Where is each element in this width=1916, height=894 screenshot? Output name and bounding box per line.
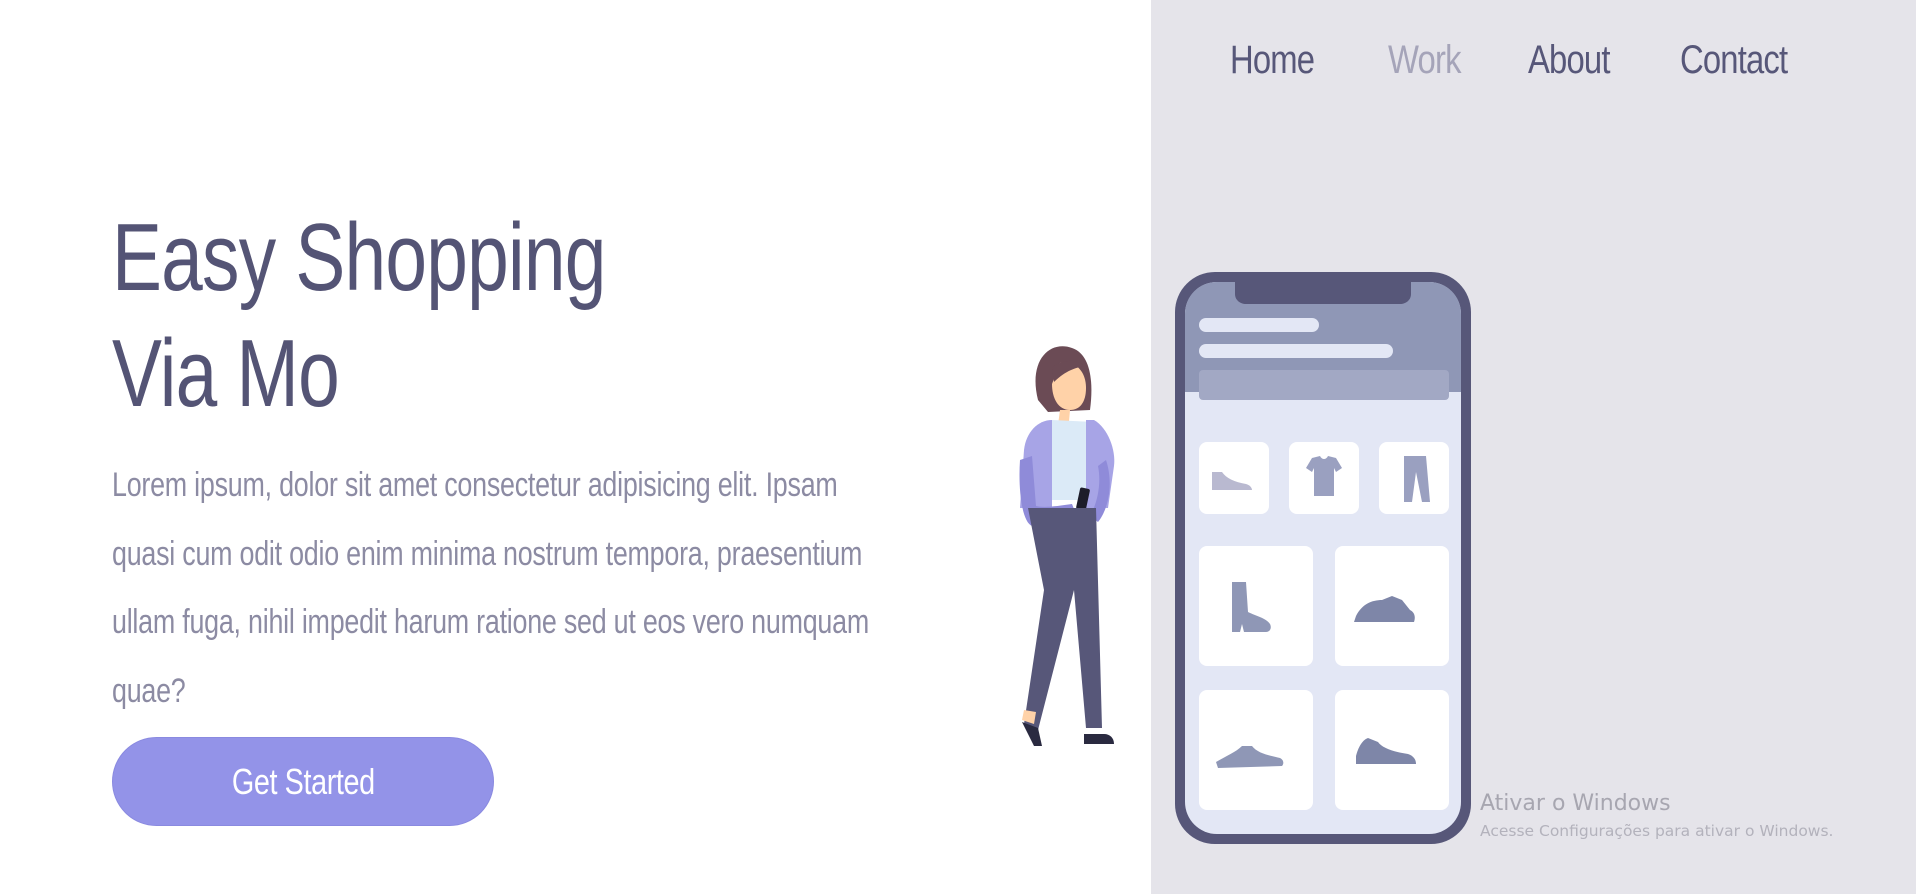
nav-contact[interactable]: Contact [1680,38,1788,83]
nav-about[interactable]: About [1528,38,1610,83]
windows-activation-watermark: Ativar o Windows Acesse Configurações pa… [1480,791,1834,840]
phone-mockup [1175,272,1471,844]
hero-title-line-2: Via Mo [112,320,340,427]
woman-figure [1019,346,1115,746]
main-nav: Home Work About Contact [1230,38,1811,83]
watermark-subtitle: Acesse Configurações para ativar o Windo… [1480,822,1834,840]
hero-description: Lorem ipsum, dolor sit amet consectetur … [112,466,869,710]
shopping-illustration [1019,272,1471,844]
nav-home[interactable]: Home [1230,38,1315,83]
hero-title-line-1: Easy Shopping [112,204,606,311]
get-started-label: Get Started [231,760,375,802]
watermark-title: Ativar o Windows [1480,791,1671,816]
hero-title: Easy Shopping Via Mo [112,200,606,432]
get-started-button[interactable]: Get Started [112,737,494,826]
nav-work[interactable]: Work [1388,38,1461,83]
